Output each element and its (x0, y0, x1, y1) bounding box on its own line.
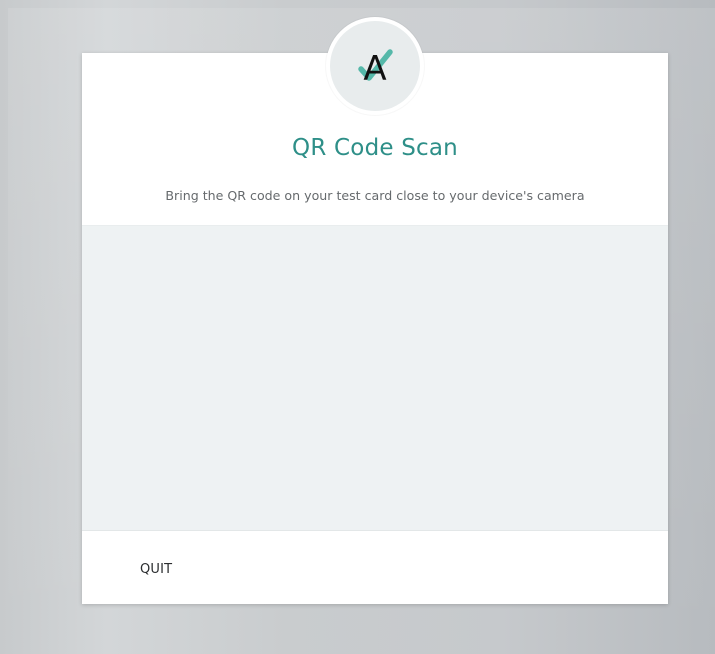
dialog-title: QR Code Scan (292, 135, 458, 161)
dialog-footer: QUIT (82, 531, 668, 604)
brand-a-check-icon: A (330, 21, 420, 111)
brand-a-check-icon-svg: A (358, 49, 393, 89)
dialog-instruction: Bring the QR code on your test card clos… (165, 188, 585, 203)
quit-button[interactable]: QUIT (140, 562, 172, 577)
camera-preview-area (82, 225, 668, 531)
qr-scan-dialog: QR Code Scan Bring the QR code on your t… (82, 53, 668, 604)
logo-letter: A (363, 49, 386, 89)
brand-logo: A (326, 17, 424, 115)
